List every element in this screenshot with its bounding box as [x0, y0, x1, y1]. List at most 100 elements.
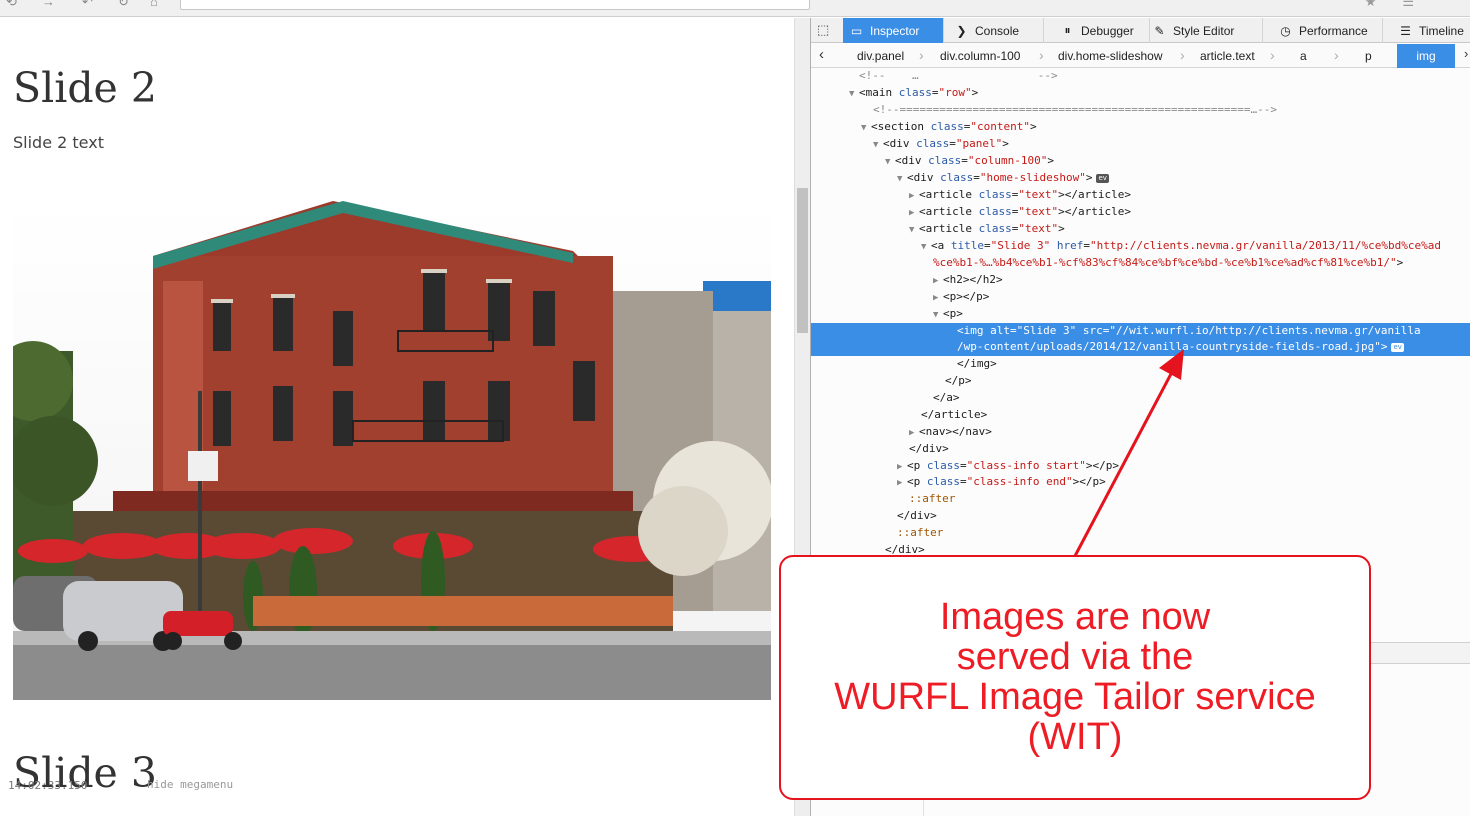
collapse-triangle-icon[interactable]: ▶ [933, 273, 943, 290]
expand-triangle-icon[interactable]: ▼ [885, 154, 895, 171]
page-scrollbar-thumb[interactable] [797, 188, 808, 333]
breadcrumb-item[interactable]: article.text [1200, 44, 1255, 68]
markup-node-selected[interactable]: /wp-content/uploads/2014/12/vanilla-coun… [811, 339, 1470, 356]
slide-2-text: Slide 2 text [13, 133, 104, 152]
inspector-icon: ▭ [850, 23, 863, 38]
console-message: hide megamenu [147, 778, 234, 791]
tab-label: Performance [1299, 23, 1368, 38]
console-icon: ❯ [956, 23, 967, 38]
chevron-right-icon: › [919, 47, 924, 63]
chevron-right-icon: › [1270, 47, 1275, 63]
annotation-text: Images are now served via the WURFL Imag… [834, 596, 1316, 758]
markup-node[interactable]: </div> [811, 441, 1470, 458]
breadcrumb-item[interactable]: p [1365, 44, 1372, 68]
expand-triangle-icon[interactable]: ▼ [933, 307, 943, 324]
timeline-icon: ☰ [1400, 23, 1411, 38]
collapse-triangle-icon[interactable]: ▶ [909, 188, 919, 205]
breadcrumb-item[interactable]: div.panel [857, 44, 904, 68]
markup-node[interactable]: ▼ <div class="home-slideshow"> ev [811, 170, 1470, 187]
markup-node[interactable]: </article> [811, 407, 1470, 424]
markup-node[interactable]: </a> [811, 390, 1470, 407]
comment-text: <!-- … --> [859, 69, 1058, 82]
toolbar-icons[interactable]: ★☰ [1365, 0, 1440, 10]
history-icon[interactable]: ↶ [82, 0, 93, 10]
markup-node[interactable]: ▶ <h2></h2> [811, 272, 1470, 289]
chevron-right-icon: › [1180, 47, 1185, 63]
markup-node[interactable]: ::after [811, 491, 1470, 508]
annotation-callout: Images are now served via the WURFL Imag… [779, 555, 1371, 800]
chevron-right-icon: › [1039, 47, 1044, 63]
markup-node[interactable]: <!--====================================… [811, 102, 1470, 119]
markup-node[interactable]: </p> [811, 373, 1470, 390]
tab-performance[interactable]: ◷ Performance [1272, 18, 1383, 43]
markup-node-selected[interactable]: <img alt="Slide 3" src="//wit.wurfl.io/h… [811, 323, 1470, 340]
browser-toolbar: ⟲ → ↶ ↻ ⌂ ★☰ [0, 0, 1470, 17]
chevron-left-icon[interactable]: ‹ [819, 46, 824, 63]
reload-icon[interactable]: ↻ [118, 0, 129, 10]
tab-label: Console [975, 23, 1020, 38]
href-value-continued: %ce%b1-%…%b4%ce%b1-%cf%83%cf%84%ce%bf%ce… [933, 256, 1397, 269]
slide-photo[interactable] [13, 201, 771, 700]
event-badge[interactable]: ev [1096, 173, 1109, 183]
console-timestamp: 14:02:33.150 [8, 779, 88, 792]
markup-node[interactable]: ▶ <article class="text"></article> [811, 187, 1470, 204]
back-icon[interactable]: ⟲ [6, 0, 17, 10]
tab-label: Style Editor [1173, 23, 1235, 38]
markup-node[interactable]: ▼ <p> [811, 306, 1470, 323]
expand-triangle-icon[interactable]: ▼ [921, 239, 931, 256]
tab-timeline[interactable]: ☰ Timeline [1392, 18, 1470, 43]
element-picker-icon[interactable]: ⬚ [817, 22, 833, 38]
expand-triangle-icon[interactable]: ▼ [897, 171, 907, 188]
markup-node[interactable]: ▶ <article class="text"></article> [811, 204, 1470, 221]
comment-text: <!--====================================… [873, 103, 1277, 116]
debugger-icon: ⏸ [1064, 23, 1071, 37]
url-bar[interactable] [180, 0, 810, 10]
slide-2-title: Slide 2 [13, 64, 157, 112]
performance-icon: ◷ [1280, 23, 1291, 38]
markup-node[interactable]: %ce%b1-%…%b4%ce%b1-%cf%83%cf%84%ce%bf%ce… [811, 255, 1470, 272]
markup-node[interactable]: ▼ <div class="column-100"> [811, 153, 1470, 170]
chevron-right-icon: › [1334, 47, 1339, 63]
home-icon[interactable]: ⌂ [150, 0, 158, 9]
chevron-right-icon[interactable]: › [1464, 46, 1468, 61]
markup-node[interactable]: ▼ <div class="panel"> [811, 136, 1470, 153]
collapse-triangle-icon[interactable]: ▶ [909, 205, 919, 222]
tab-style-editor[interactable]: ✎ Style Editor [1146, 18, 1263, 43]
breadcrumb-item[interactable]: div.column-100 [940, 44, 1020, 68]
markup-node[interactable]: </img> [811, 356, 1470, 373]
web-page: Slide 2 Slide 2 text Slide 3 [0, 18, 793, 816]
markup-node[interactable]: ▶ <nav></nav> [811, 424, 1470, 441]
breadcrumb: ‹ div.panel › div.column-100 › div.home-… [811, 44, 1470, 68]
tab-inspector[interactable]: ▭ Inspector [843, 18, 944, 43]
tab-label: Debugger [1081, 23, 1134, 38]
markup-node[interactable]: </div> [811, 508, 1470, 525]
expand-triangle-icon[interactable]: ▼ [849, 86, 859, 103]
markup-node[interactable]: ▶ <p class="class-info end"></p> [811, 474, 1470, 491]
markup-node[interactable]: ::after [811, 525, 1470, 542]
devtools-toolbar: ⬚ ▭ Inspector ❯ Console ⏸ Debugger ✎ Style E… [811, 18, 1470, 43]
breadcrumb-item[interactable]: div.home-slideshow [1058, 44, 1163, 68]
markup-node[interactable]: ▼ <article class="text"> [811, 221, 1470, 238]
collapse-triangle-icon[interactable]: ▶ [933, 290, 943, 307]
markup-node[interactable]: ▶ <p class="class-info start"></p> [811, 458, 1470, 475]
expand-triangle-icon[interactable]: ▼ [861, 120, 871, 137]
breadcrumb-item-active[interactable]: img [1397, 44, 1455, 68]
collapse-triangle-icon[interactable]: ▶ [897, 475, 907, 492]
collapse-triangle-icon[interactable]: ▶ [909, 425, 919, 442]
event-badge[interactable]: ev [1391, 342, 1404, 352]
tab-label: Inspector [870, 23, 920, 38]
markup-node[interactable]: ▶ <p></p> [811, 289, 1470, 306]
markup-node[interactable]: <!-- … --> [811, 68, 1470, 85]
tab-debugger[interactable]: ⏸ Debugger [1054, 18, 1150, 43]
markup-node[interactable]: ▼ <section class="content"> [811, 119, 1470, 136]
expand-triangle-icon[interactable]: ▼ [909, 222, 919, 239]
href-value: "http://clients.nevma.gr/vanilla/2013/11… [1089, 239, 1441, 252]
expand-triangle-icon[interactable]: ▼ [873, 137, 883, 154]
style-editor-icon: ✎ [1154, 23, 1165, 38]
markup-node[interactable]: ▼ <main class="row"> [811, 85, 1470, 102]
breadcrumb-item[interactable]: a [1300, 44, 1307, 68]
tab-console[interactable]: ❯ Console [948, 18, 1044, 43]
forward-icon[interactable]: → [42, 0, 55, 9]
tab-label: Timeline [1419, 23, 1464, 38]
markup-node[interactable]: ▼ <a title="Slide 3" href="http://clients… [811, 238, 1470, 255]
